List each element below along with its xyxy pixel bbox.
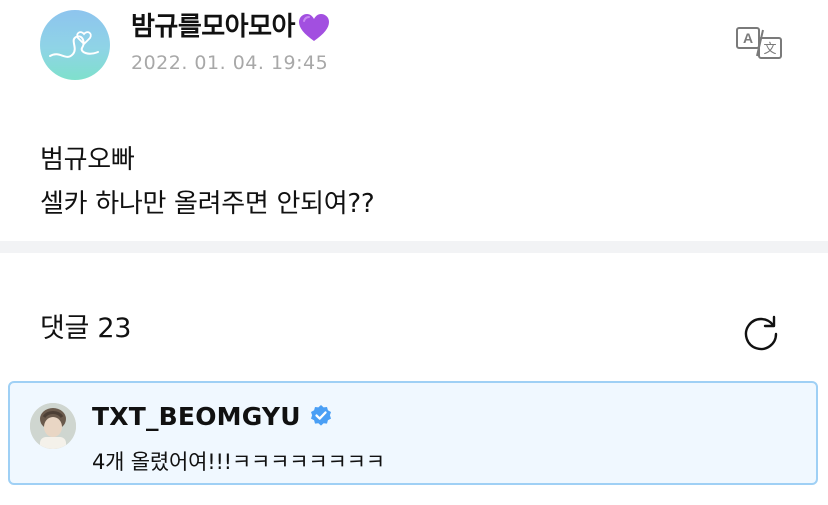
svg-text:文: 文 bbox=[763, 42, 776, 57]
post-body: 범규오빠 셀카 하나만 올려주면 안되여?? bbox=[40, 138, 375, 226]
refresh-button[interactable] bbox=[740, 311, 782, 353]
post-date: 2022. 01. 04. 19:45 bbox=[131, 52, 329, 74]
comments-count-title: 댓글 23 bbox=[40, 313, 132, 344]
comment-card[interactable]: TXT_BEOMGYU 4개 올렸어여!!!ㅋㅋㅋㅋㅋㅋㅋㅋ bbox=[8, 381, 818, 485]
comment-text: 4개 올렸어여!!!ㅋㅋㅋㅋㅋㅋㅋㅋ bbox=[92, 450, 385, 474]
commenter-avatar[interactable] bbox=[30, 403, 76, 449]
post-body-line: 셀카 하나만 올려주면 안되여?? bbox=[40, 189, 375, 219]
author-avatar[interactable] bbox=[40, 10, 110, 80]
svg-text:A: A bbox=[743, 30, 753, 46]
verified-badge-icon bbox=[310, 405, 331, 426]
author-name[interactable]: 밤규를모아모아 bbox=[131, 10, 330, 44]
commenter-name-text: TXT_BEOMGYU bbox=[92, 402, 301, 431]
purple-heart-icon bbox=[298, 13, 329, 41]
author-name-text: 밤규를모아모아 bbox=[131, 12, 295, 42]
commenter-name[interactable]: TXT_BEOMGYU bbox=[92, 400, 333, 434]
translate-button[interactable]: A 文 bbox=[735, 26, 785, 60]
section-divider bbox=[0, 241, 828, 253]
refresh-icon bbox=[744, 315, 778, 351]
post-body-line: 범규오빠 bbox=[40, 145, 135, 175]
post-header: 밤규를모아모아 2022. 01. 04. 19:45 A 文 bbox=[0, 0, 828, 100]
translate-icon: A 文 bbox=[736, 27, 782, 59]
